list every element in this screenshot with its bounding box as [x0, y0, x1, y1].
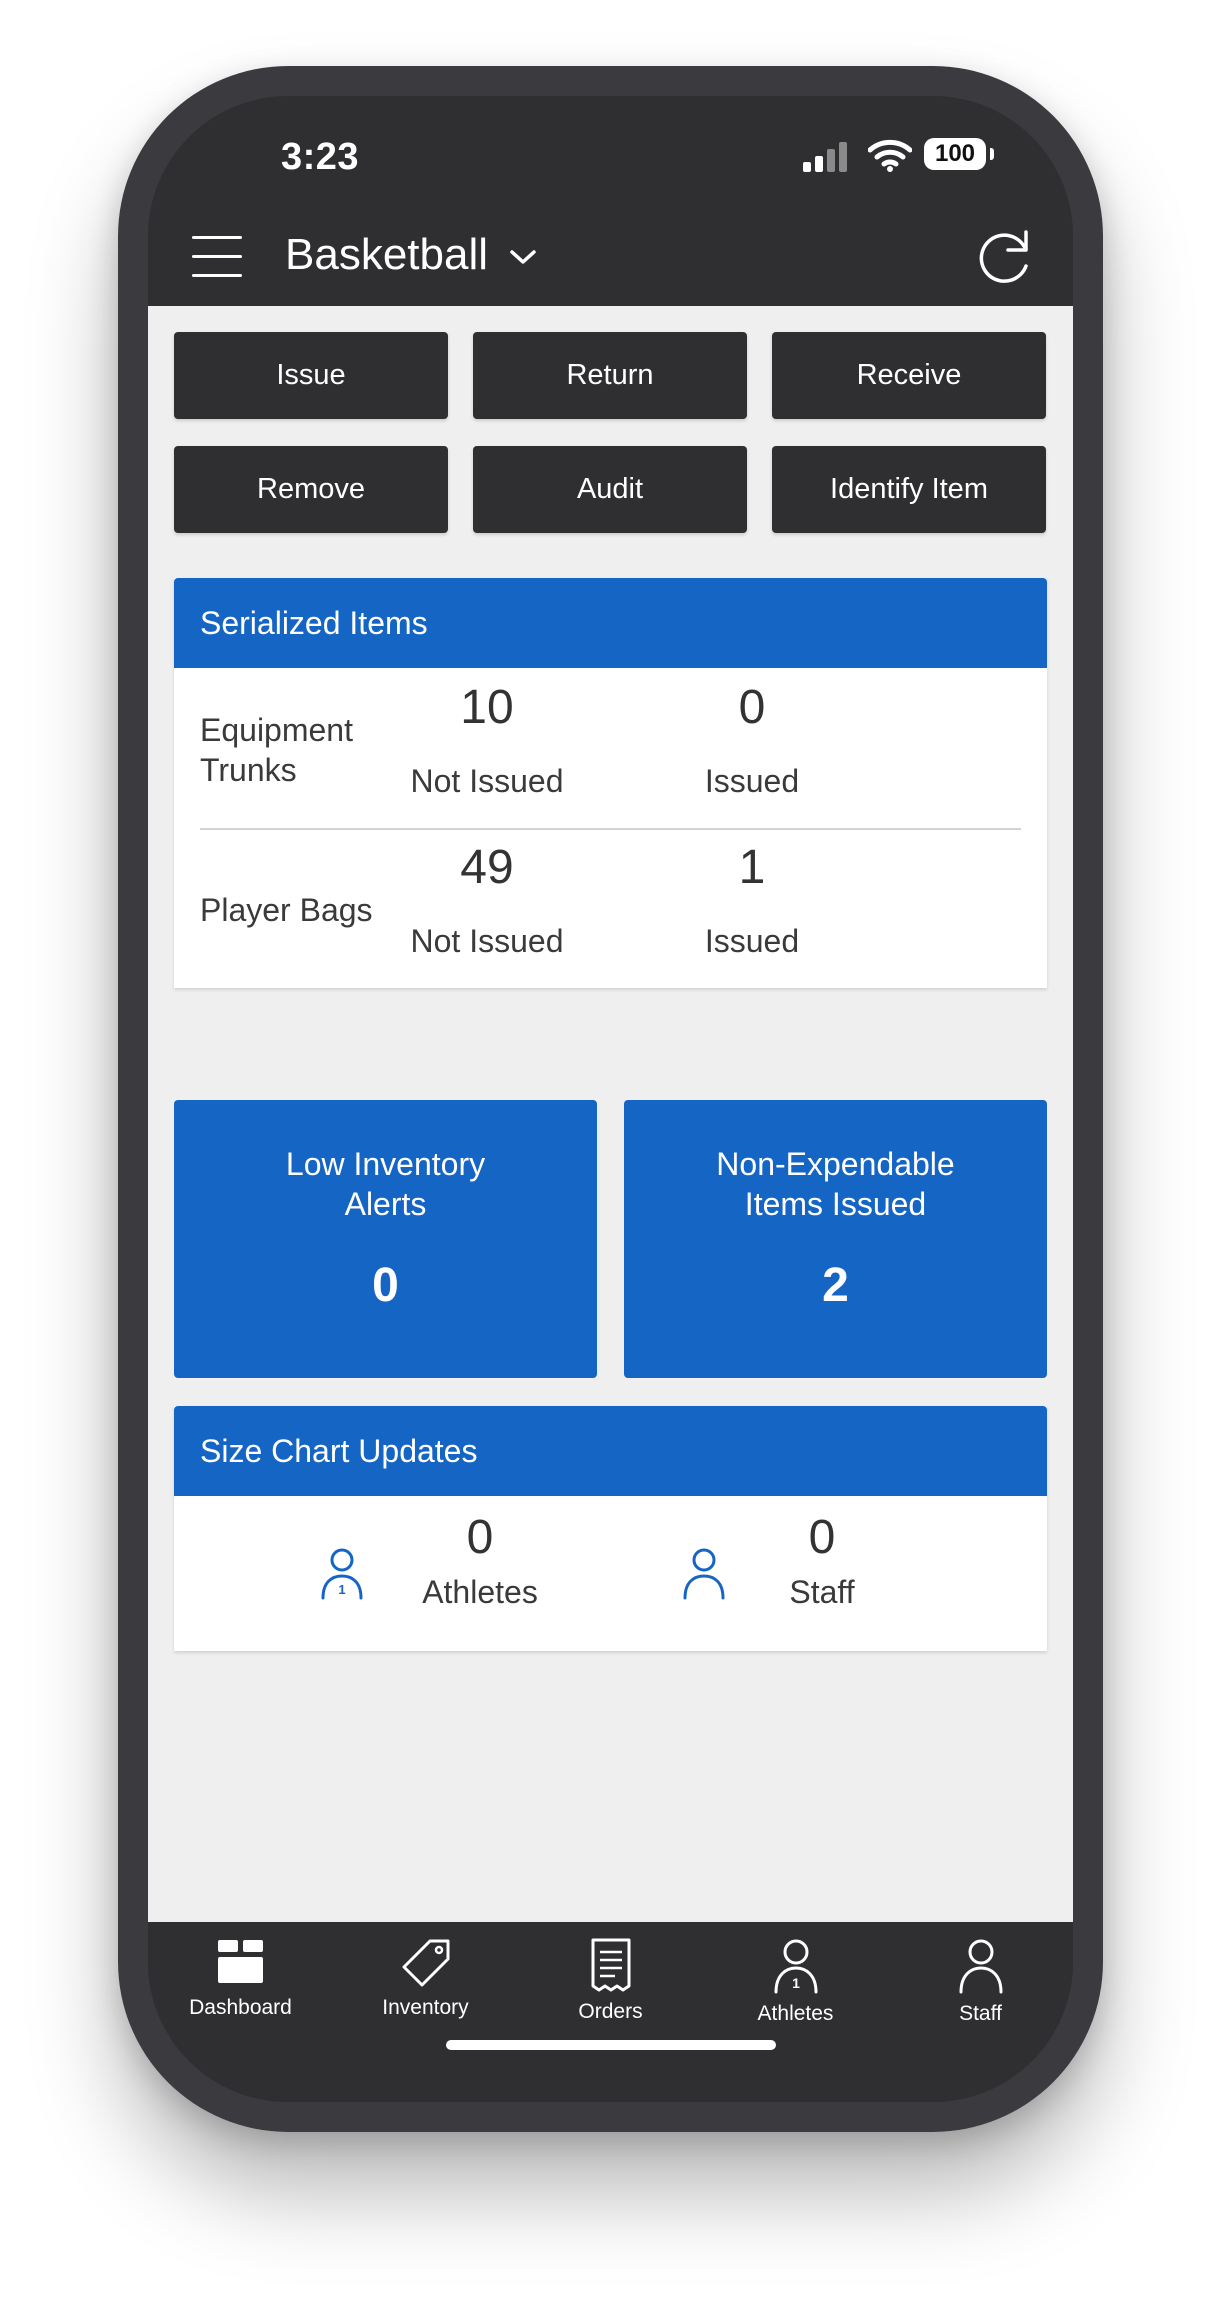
- svg-text:1: 1: [792, 1975, 800, 1991]
- athletes-count: 0: [466, 1511, 494, 1564]
- wifi-icon: [868, 139, 912, 172]
- staff-label: Staff: [789, 1574, 855, 1610]
- athletes-label: Athletes: [422, 1574, 538, 1610]
- serialized-items-header: Serialized Items: [174, 578, 1047, 668]
- tab-staff[interactable]: Staff: [888, 1938, 1073, 2048]
- serialized-items-card: Serialized Items Equipment Trunks 10 Not…: [174, 578, 1047, 988]
- tile-label: Low Inventory Alerts: [285, 1146, 486, 1222]
- action-buttons: Issue Return Receive Remove Audit Identi…: [174, 332, 1047, 533]
- tab-label: Dashboard: [189, 1996, 292, 2019]
- tile-value: 0: [372, 1259, 399, 1312]
- remove-button[interactable]: Remove: [174, 446, 448, 533]
- status-time: 3:23: [281, 136, 360, 178]
- app-screenshot: 3:23 100 Basketball Issue Return Receive…: [0, 0, 1221, 2300]
- dashboard-content: Issue Return Receive Remove Audit Identi…: [148, 306, 1073, 1922]
- tab-label: Staff: [959, 2002, 1002, 2025]
- cellular-signal-icon: [803, 142, 849, 172]
- tile-value: 2: [822, 1259, 849, 1312]
- receipt-icon: [591, 1938, 630, 1992]
- serialized-row-player-bags[interactable]: Player Bags 49 Not Issued 1 Issued: [174, 828, 1047, 988]
- row-label: Player Bags: [200, 892, 373, 928]
- bottom-tab-bar: Dashboard Inventory Orders 1 Athletes St…: [148, 1922, 1073, 2102]
- athlete-icon: 1: [321, 1548, 363, 1600]
- tab-athletes[interactable]: 1 Athletes: [703, 1938, 888, 2048]
- not-issued-count: 49: [460, 841, 514, 894]
- size-chart-body: 1 0 Athletes 0 Staff: [174, 1496, 1047, 1651]
- battery-level: 100: [934, 140, 976, 167]
- not-issued-count: 10: [460, 681, 514, 734]
- size-chart-updates-card: Size Chart Updates 1 0 Athletes 0 Staff: [174, 1406, 1047, 1651]
- issued-label: Issued: [704, 763, 800, 799]
- staff-icon: [683, 1548, 725, 1600]
- chevron-down-icon[interactable]: [508, 246, 538, 268]
- not-issued-label: Not Issued: [410, 923, 564, 959]
- tile-label: Non-Expendable Items Issued: [716, 1146, 955, 1222]
- battery-icon: 100: [924, 138, 986, 170]
- hamburger-menu-icon[interactable]: [192, 236, 242, 278]
- size-chart-header: Size Chart Updates: [174, 1406, 1047, 1496]
- staff-count: 0: [808, 1511, 836, 1564]
- tab-inventory[interactable]: Inventory: [333, 1938, 518, 2048]
- non-expendable-items-tile[interactable]: Non-Expendable Items Issued 2: [624, 1100, 1047, 1378]
- sport-selector-title[interactable]: Basketball: [285, 230, 488, 280]
- battery-tip: [990, 148, 994, 160]
- tab-label: Inventory: [382, 1996, 469, 2019]
- person-icon: [959, 1939, 1002, 1994]
- audit-button[interactable]: Audit: [473, 446, 747, 533]
- receive-button[interactable]: Receive: [772, 332, 1046, 419]
- size-chart-staff[interactable]: 0 Staff: [682, 1496, 982, 1651]
- tag-icon: [402, 1939, 449, 1987]
- identify-item-button[interactable]: Identify Item: [772, 446, 1046, 533]
- tab-orders[interactable]: Orders: [518, 1938, 703, 2048]
- svg-text:1: 1: [338, 1582, 345, 1597]
- tab-label: Orders: [578, 2000, 643, 2023]
- tab-dashboard[interactable]: Dashboard: [148, 1938, 333, 2048]
- not-issued-label: Not Issued: [410, 763, 564, 799]
- size-chart-athletes[interactable]: 1 0 Athletes: [320, 1496, 620, 1651]
- return-button[interactable]: Return: [473, 332, 747, 419]
- phone-screen: 3:23 100 Basketball Issue Return Receive…: [148, 96, 1073, 2102]
- athlete-icon: 1: [774, 1939, 817, 1994]
- refresh-icon[interactable]: [976, 226, 1034, 288]
- low-inventory-alerts-tile[interactable]: Low Inventory Alerts 0: [174, 1100, 597, 1378]
- home-indicator[interactable]: [446, 2040, 776, 2050]
- issued-count: 1: [738, 841, 766, 894]
- serialized-row-equipment-trunks[interactable]: Equipment Trunks 10 Not Issued 0 Issued: [174, 668, 1047, 828]
- issued-label: Issued: [704, 923, 800, 959]
- dashboard-icon: [217, 1940, 263, 1983]
- issued-count: 0: [738, 681, 766, 734]
- issue-button[interactable]: Issue: [174, 332, 448, 419]
- tab-label: Athletes: [757, 2002, 834, 2025]
